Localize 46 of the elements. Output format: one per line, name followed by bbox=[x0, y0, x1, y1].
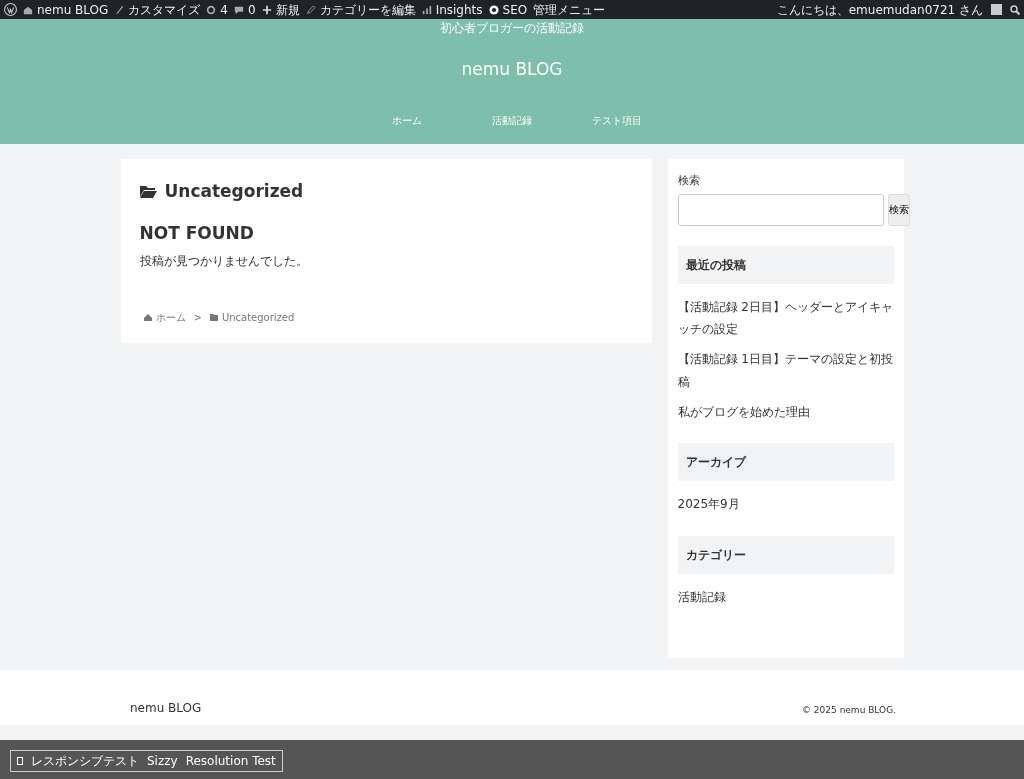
plus-icon bbox=[261, 4, 272, 15]
device-icon bbox=[17, 757, 23, 765]
site-tagline: 初心者ブロガーの活動記録 bbox=[440, 20, 584, 36]
admin-bar-item[interactable]: カテゴリーを編集 bbox=[305, 0, 416, 19]
admin-bar-item[interactable]: nemu BLOG bbox=[23, 0, 109, 19]
breadcrumb-link[interactable]: ホーム bbox=[155, 310, 186, 325]
not-found-message: 投稿が見つかりませんでした。 bbox=[139, 253, 309, 270]
sidebar-link[interactable]: 【活動記録 1日目】テーマの設定と初投稿 bbox=[677, 348, 894, 394]
search-button[interactable]: 検索 bbox=[887, 193, 910, 226]
widget-title: 最近の投稿 bbox=[677, 245, 894, 284]
copyright-text: © 2025 nemu BLOG. bbox=[802, 703, 896, 717]
sidebar-link[interactable]: 2025年9月 bbox=[677, 493, 894, 517]
sidebar-link[interactable]: 【活動記録 2日目】ヘッダーとアイキャッチの設定 bbox=[677, 295, 894, 342]
wordpress-menu-button[interactable] bbox=[4, 3, 17, 16]
folder-icon bbox=[139, 185, 157, 199]
admin-bar-item[interactable]: 管理メニュー bbox=[533, 0, 606, 19]
search-field[interactable] bbox=[677, 193, 884, 226]
home-icon bbox=[143, 314, 152, 321]
admin-bar-item[interactable]: SEO bbox=[488, 0, 528, 19]
test-link[interactable]: Resolution Test bbox=[185, 752, 276, 770]
bar-chart-icon bbox=[421, 4, 432, 15]
admin-bar-item[interactable]: 0 bbox=[234, 0, 256, 19]
not-found-heading: NOT FOUND bbox=[139, 221, 255, 245]
widget-title: カテゴリー bbox=[677, 536, 894, 575]
home-icon bbox=[23, 4, 33, 15]
search-label: 検索 bbox=[677, 173, 701, 189]
sidebar-link[interactable]: 活動記録 bbox=[677, 586, 894, 610]
test-link[interactable]: Sizzy bbox=[147, 752, 178, 770]
search-icon[interactable] bbox=[1010, 4, 1020, 15]
avatar-icon bbox=[991, 4, 1002, 15]
archive-title: Uncategorized bbox=[164, 180, 304, 203]
admin-bar-item[interactable]: 4 bbox=[206, 0, 228, 19]
footer-site-name[interactable]: nemu BLOG bbox=[130, 699, 202, 717]
greeting-link[interactable]: こんにちは、emuemudan0721 さん bbox=[776, 0, 983, 19]
admin-bar-item[interactable]: Insights bbox=[421, 0, 483, 19]
folder-icon bbox=[209, 314, 218, 321]
admin-bar-item[interactable]: カスタマイズ bbox=[114, 0, 201, 19]
pencil-icon bbox=[305, 4, 316, 15]
comment-icon bbox=[234, 4, 244, 15]
breadcrumb-link[interactable]: Uncategorized bbox=[221, 310, 295, 325]
wordpress-logo-icon bbox=[4, 3, 17, 16]
breadcrumb-separator: > bbox=[193, 311, 202, 325]
sidebar-link[interactable]: 私がブログを始めた理由 bbox=[677, 400, 894, 424]
widget-title: アーカイブ bbox=[677, 443, 894, 482]
test-link[interactable]: レスポンシブテスト bbox=[31, 752, 139, 770]
admin-bar-item[interactable]: 新規 bbox=[261, 0, 300, 19]
